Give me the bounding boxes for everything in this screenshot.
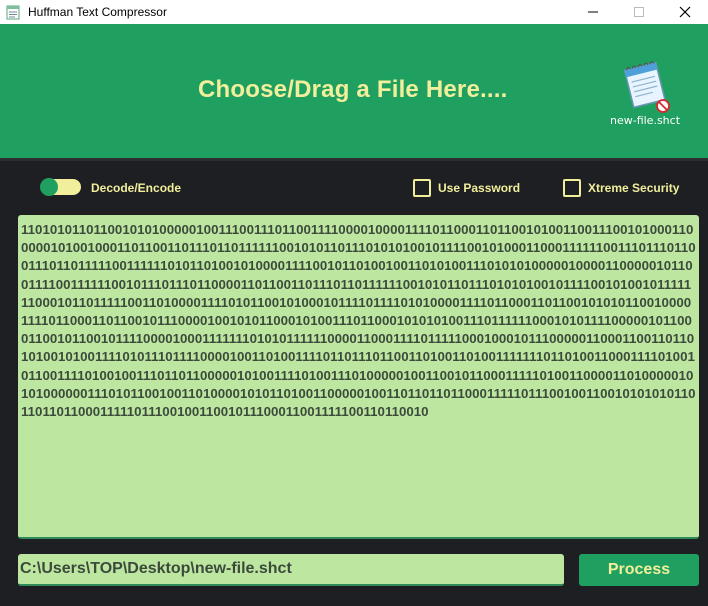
window-title: Huffman Text Compressor bbox=[28, 5, 167, 19]
close-icon bbox=[679, 6, 691, 18]
process-button[interactable]: Process bbox=[579, 554, 699, 586]
file-path-field[interactable]: C:\Users\TOP\Desktop\new-file.shct bbox=[18, 554, 564, 586]
use-password-label[interactable]: Use Password bbox=[438, 181, 520, 195]
xtreme-security-label[interactable]: Xtreme Security bbox=[588, 181, 679, 195]
minimize-button[interactable] bbox=[570, 0, 616, 24]
selected-file[interactable]: new-file.shct bbox=[606, 54, 684, 127]
maximize-button[interactable] bbox=[616, 0, 662, 24]
window-controls bbox=[570, 0, 708, 24]
close-button[interactable] bbox=[662, 0, 708, 24]
binary-text: 1101010110110010101000001001110011101100… bbox=[21, 222, 696, 420]
decode-encode-label: Decode/Encode bbox=[91, 181, 182, 195]
drop-prompt: Choose/Drag a File Here.... bbox=[198, 76, 508, 103]
notepad-file-icon bbox=[623, 61, 670, 113]
decode-encode-toggle[interactable] bbox=[40, 178, 81, 196]
file-drop-zone[interactable]: Choose/Drag a File Here.... new-file.shc… bbox=[0, 24, 708, 158]
file-name-label: new-file.shct bbox=[609, 114, 681, 127]
use-password-checkbox[interactable] bbox=[413, 179, 431, 197]
toggle-knob bbox=[40, 178, 58, 196]
maximize-icon bbox=[634, 7, 644, 17]
app-icon bbox=[6, 5, 20, 20]
options-bar: Decode/Encode Use Password Xtreme Securi… bbox=[0, 161, 708, 213]
xtreme-security-checkbox[interactable] bbox=[563, 179, 581, 197]
binary-output-area[interactable]: 1101010110110010101000001001110011101100… bbox=[18, 215, 699, 539]
title-bar: Huffman Text Compressor bbox=[0, 0, 708, 24]
minimize-icon bbox=[588, 11, 598, 13]
